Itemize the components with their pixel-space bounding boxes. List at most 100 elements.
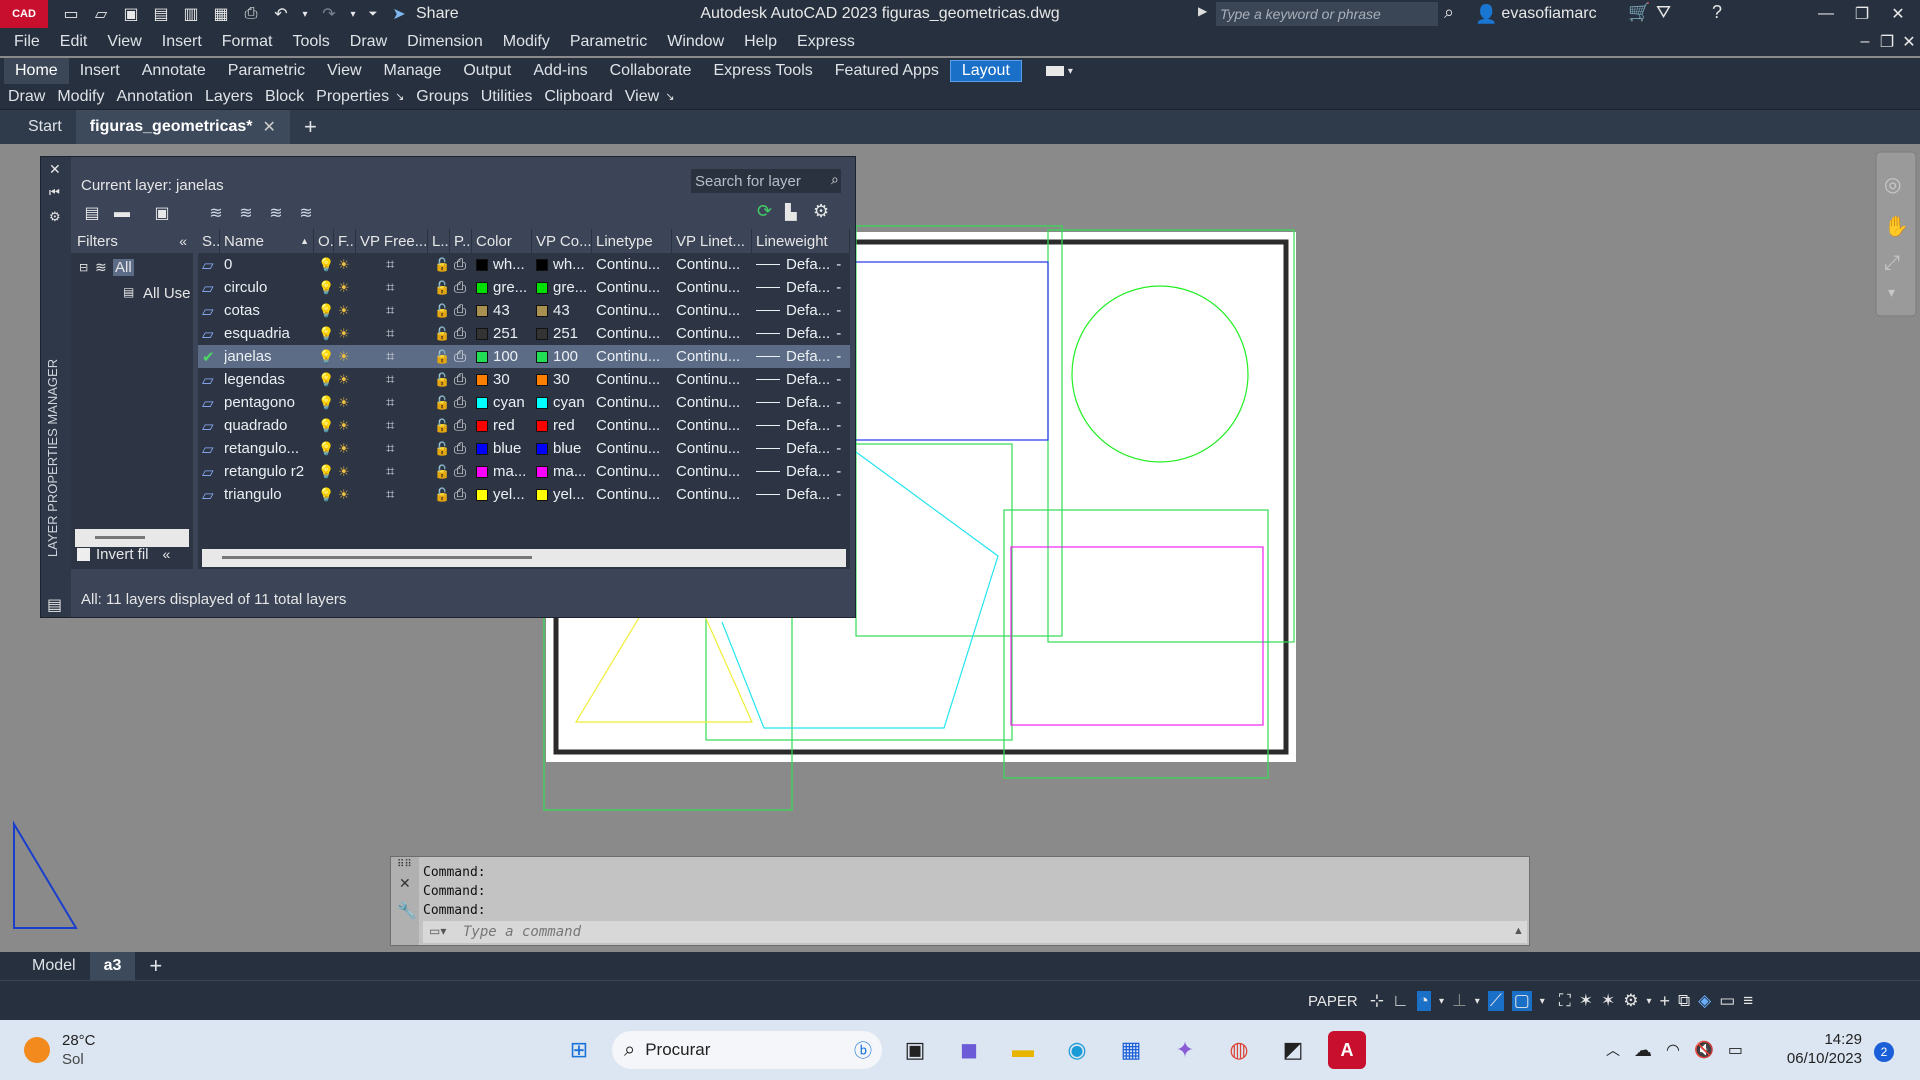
- sun-thawed-icon[interactable]: ☀: [338, 437, 356, 460]
- layer-row[interactable]: ▱ retangulo r2 💡 ☀ ⌗ 🔓 ⎙ ma... ma... Continu... Co…: [198, 460, 850, 483]
- doc-tab-current[interactable]: figuras_geometricas* ✕: [75, 110, 290, 144]
- tab-add-ins[interactable]: Add-ins: [522, 58, 598, 84]
- col-plot[interactable]: P...: [450, 229, 472, 253]
- customization-menu-icon[interactable]: ≡: [1743, 991, 1753, 1011]
- copilot-icon[interactable]: ✦: [1166, 1031, 1204, 1069]
- layer-linetype[interactable]: Continu...: [596, 345, 672, 368]
- polar-tracking-icon[interactable]: ◔: [1416, 991, 1431, 1011]
- layer-linetype[interactable]: Continu...: [596, 322, 672, 345]
- plot-printer-icon[interactable]: ⎙: [454, 276, 472, 299]
- layer-vp-color[interactable]: 251: [536, 322, 592, 345]
- tab-view[interactable]: View: [316, 58, 372, 84]
- unlock-icon[interactable]: 🔓: [434, 437, 450, 460]
- layer-status-icon[interactable]: ▱: [202, 253, 220, 276]
- layer-vp-color[interactable]: blue: [536, 437, 592, 460]
- layer-lineweight[interactable]: Defa... -: [756, 483, 850, 506]
- add-icon[interactable]: +: [1660, 991, 1671, 1012]
- weather-desc[interactable]: Sol: [62, 1050, 96, 1069]
- bulb-on-icon[interactable]: 💡: [318, 414, 334, 437]
- layer-status-icon[interactable]: ▱: [202, 322, 220, 345]
- command-customize-icon[interactable]: 🔧: [397, 901, 417, 921]
- layer-color[interactable]: blue: [476, 437, 532, 460]
- col-name[interactable]: Name ▲: [220, 229, 314, 253]
- doc-close-icon[interactable]: ✕: [1898, 28, 1920, 56]
- command-history-expand-icon[interactable]: ▲: [1513, 925, 1524, 937]
- layer-search-input[interactable]: Search for layer: [691, 169, 841, 193]
- vp-freeze-icon[interactable]: ⌗: [386, 368, 404, 391]
- panel-clipboard[interactable]: Clipboard: [538, 88, 618, 106]
- refresh-icon[interactable]: ⟳: [757, 201, 772, 222]
- layer-lineweight[interactable]: Defa... -: [756, 345, 850, 368]
- command-grip-icon[interactable]: ⠿⠿: [397, 859, 412, 870]
- menu-draw[interactable]: Draw: [340, 33, 397, 51]
- plot-printer-icon[interactable]: ⎙: [454, 414, 472, 437]
- workspace-dropdown-icon[interactable]: ▾: [1646, 996, 1651, 1007]
- hardware-acceleration-icon[interactable]: ◈: [1698, 991, 1711, 1011]
- layer-linetype[interactable]: Continu...: [596, 437, 672, 460]
- new-vp-frozen-layer-icon[interactable]: ≋: [235, 204, 257, 222]
- unlock-icon[interactable]: 🔓: [434, 391, 450, 414]
- layer-color[interactable]: gre...: [476, 276, 532, 299]
- layer-row[interactable]: ▱ pentagono 💡 ☀ ⌗ 🔓 ⎙ cyan cyan Continu... Continu…: [198, 391, 850, 414]
- layer-vp-linetype[interactable]: Continu...: [676, 345, 752, 368]
- share-icon[interactable]: ➤: [388, 5, 410, 23]
- sun-thawed-icon[interactable]: ☀: [338, 299, 356, 322]
- menu-modify[interactable]: Modify: [493, 33, 560, 51]
- bulb-on-icon[interactable]: 💡: [318, 345, 334, 368]
- command-recent-icon[interactable]: ▭▾: [429, 924, 446, 938]
- layer-color[interactable]: 43: [476, 299, 532, 322]
- layer-status-icon[interactable]: ▱: [202, 483, 220, 506]
- weather-sun-icon[interactable]: [24, 1037, 50, 1063]
- layer-lineweight[interactable]: Defa... -: [756, 322, 850, 345]
- microsoft-store-icon[interactable]: ▦: [1112, 1031, 1150, 1069]
- menu-dimension[interactable]: Dimension: [397, 33, 493, 51]
- bulb-on-icon[interactable]: 💡: [318, 483, 334, 506]
- doc-minimize-icon[interactable]: –: [1854, 28, 1876, 56]
- new-group-filter-icon[interactable]: ▬: [111, 204, 133, 222]
- tab-layout[interactable]: Layout: [949, 60, 1022, 82]
- task-view-icon[interactable]: ▣: [896, 1031, 934, 1069]
- filter-all-used-item[interactable]: All Use: [143, 285, 193, 302]
- vp-freeze-icon[interactable]: ⌗: [386, 460, 404, 483]
- new-tab-plus-icon[interactable]: +: [290, 110, 331, 144]
- layer-status-icon[interactable]: ▱: [202, 276, 220, 299]
- sun-thawed-icon[interactable]: ☀: [338, 322, 356, 345]
- bulb-on-icon[interactable]: 💡: [318, 299, 334, 322]
- vp-freeze-icon[interactable]: ⌗: [386, 414, 404, 437]
- layer-linetype[interactable]: Continu...: [596, 414, 672, 437]
- weather-temp[interactable]: 28°C: [62, 1031, 96, 1050]
- layer-vp-linetype[interactable]: Continu...: [676, 414, 752, 437]
- layer-row[interactable]: ▱ 0 💡 ☀ ⌗ 🔓 ⎙ wh... wh... Continu... Continu... Def…: [198, 253, 850, 276]
- new-layout-plus-icon[interactable]: +: [135, 952, 176, 980]
- layer-vp-linetype[interactable]: Continu...: [676, 253, 752, 276]
- layer-vp-color[interactable]: ma...: [536, 460, 592, 483]
- workspace-gear-icon[interactable]: ⚙: [1623, 991, 1638, 1011]
- layer-name[interactable]: triangulo: [224, 483, 314, 506]
- close-icon[interactable]: ✕: [1880, 0, 1916, 28]
- unlock-icon[interactable]: 🔓: [434, 276, 450, 299]
- layer-name[interactable]: retangulo...: [224, 437, 314, 460]
- layer-color[interactable]: 30: [476, 368, 532, 391]
- layer-status-icon[interactable]: ▱: [202, 299, 220, 322]
- plot-printer-icon[interactable]: ⎙: [454, 460, 472, 483]
- unlock-icon[interactable]: 🔓: [434, 483, 450, 506]
- current-layer-check-icon[interactable]: ✔: [202, 345, 220, 368]
- steering-wheel-icon[interactable]: ◎: [1884, 172, 1901, 197]
- unlock-icon[interactable]: 🔓: [434, 368, 450, 391]
- layer-linetype[interactable]: Continu...: [596, 299, 672, 322]
- plot-printer-icon[interactable]: ⎙: [454, 299, 472, 322]
- volume-muted-icon[interactable]: 🔇: [1694, 1040, 1714, 1060]
- unlock-icon[interactable]: 🔓: [434, 253, 450, 276]
- vp-freeze-icon[interactable]: ⌗: [386, 345, 404, 368]
- ribbon-dropdown-icon[interactable]: ▾: [1068, 66, 1073, 77]
- new-property-filter-icon[interactable]: ▤: [81, 204, 103, 222]
- panel-block[interactable]: Block: [259, 88, 310, 106]
- layer-name[interactable]: pentagono: [224, 391, 314, 414]
- search-expand-icon[interactable]: ▶: [1198, 4, 1207, 18]
- layer-lineweight[interactable]: Defa... -: [756, 253, 850, 276]
- layer-row[interactable]: ▱ triangulo 💡 ☀ ⌗ 🔓 ⎙ yel... yel... Continu... Con…: [198, 483, 850, 506]
- doc-tab-close-icon[interactable]: ✕: [263, 117, 276, 137]
- bulb-on-icon[interactable]: 💡: [318, 391, 334, 414]
- col-color[interactable]: Color: [472, 229, 532, 253]
- layer-name[interactable]: esquadria: [224, 322, 314, 345]
